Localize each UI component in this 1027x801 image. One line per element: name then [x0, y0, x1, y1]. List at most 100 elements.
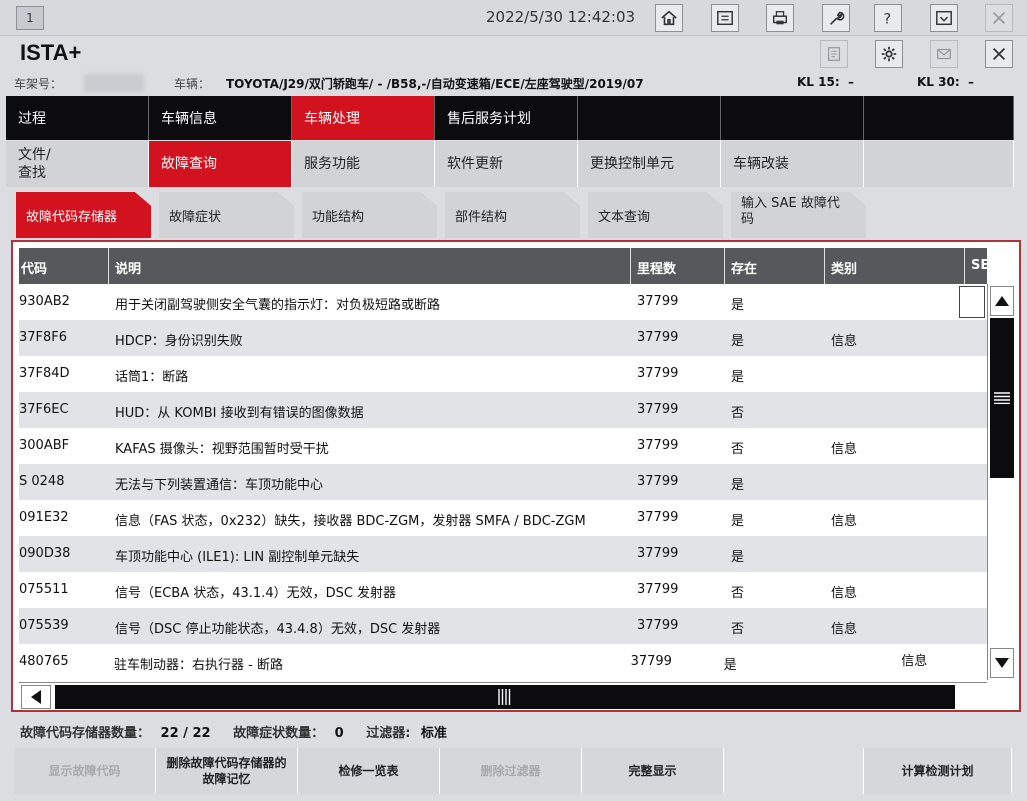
nav-empty-1 [578, 96, 721, 140]
table-row[interactable]: 930AB2 用于关闭副驾驶侧安全气囊的指示灯：对负极短路或断路 37799 是 [19, 284, 987, 320]
kl15-label: KL 15: [797, 75, 840, 89]
col-se[interactable]: SE [965, 248, 987, 284]
table-row[interactable]: 37F6EC HUD：从 KOMBI 接收到有错误的图像数据 37799 否 [19, 392, 987, 428]
nav-vehicle-processing[interactable]: 车辆处理 [292, 96, 435, 140]
tab-fault-memory[interactable]: 故障代码存储器 [16, 192, 151, 238]
delete-filter-button[interactable]: 删除过滤器 [440, 748, 582, 794]
vertical-scroll-thumb[interactable] [990, 318, 1014, 478]
settings-button[interactable] [875, 40, 903, 68]
cell-description: 话筒1：断路 [115, 370, 189, 385]
col-mileage[interactable]: 里程数 [631, 248, 725, 284]
vehicle-label: 车辆： [174, 77, 211, 91]
cell-code: 37F8F6 [19, 330, 68, 345]
subnav-empty [864, 141, 1014, 187]
cell-code: 480765 [19, 654, 69, 669]
cell-category [817, 644, 956, 680]
tab-enter-sae-code[interactable]: 输入 SAE 故障代码 [731, 192, 866, 238]
gear-icon [881, 46, 897, 62]
cell-present: 是 [731, 370, 745, 385]
nav-process[interactable]: 过程 [6, 96, 149, 140]
triangle-down-icon [995, 658, 1009, 668]
cell-description: 车顶功能中心 (ILE1): LIN 副控制单元缺失 [115, 550, 360, 565]
kl15-value: – [848, 75, 854, 89]
cell-code: 37F84D [19, 366, 70, 381]
cell-code: 075511 [19, 582, 69, 597]
printer-icon [772, 11, 788, 25]
tab-function-structure[interactable]: 功能结构 [302, 192, 437, 238]
col-description[interactable]: 说明 [109, 248, 631, 284]
wrench-icon [830, 11, 845, 25]
sub-nav: 文件/ 查找 故障查询 服务功能 软件更新 更换控制单元 车辆改装 [6, 141, 1014, 187]
table-row[interactable]: 37F84D 话筒1：断路 37799 是 [19, 356, 987, 392]
minimize-window-button[interactable] [930, 4, 958, 32]
tools-button[interactable] [822, 4, 850, 32]
table-row[interactable]: 090D38 车顶功能中心 (ILE1): LIN 副控制单元缺失 37799 … [19, 536, 987, 572]
subnav-software-update[interactable]: 软件更新 [435, 141, 578, 187]
fault-count-label: 故障代码存储器数量： [20, 726, 151, 741]
vin-label: 车架号： [14, 77, 63, 91]
show-fault-code-button[interactable]: 显示故障代码 [14, 748, 156, 794]
scroll-down-button[interactable] [990, 648, 1014, 678]
calculate-test-plan-button[interactable]: 计算检测计划 [864, 748, 1012, 794]
nav-empty-3 [864, 96, 1014, 140]
cell-description: KAFAS 摄像头：视野范围暂时受干扰 [115, 442, 329, 457]
home-button[interactable] [655, 4, 683, 32]
close-app-button[interactable] [985, 4, 1013, 32]
cell-category [825, 284, 965, 320]
col-category[interactable]: 类别 [825, 248, 965, 284]
subnav-vehicle-modification[interactable]: 车辆改装 [721, 141, 864, 187]
cell-code: 090D38 [19, 546, 71, 561]
notes-button[interactable] [820, 40, 848, 68]
table-body: 930AB2 用于关闭副驾驶侧安全气囊的指示灯：对负极短路或断路 37799 是… [19, 284, 987, 680]
col-present[interactable]: 存在 [725, 248, 825, 284]
subnav-fault-query[interactable]: 故障查询 [149, 141, 292, 187]
home-icon [661, 10, 677, 26]
horizontal-scrollbar[interactable] [19, 682, 987, 710]
cell-mileage: 37799 [637, 546, 679, 561]
cell-description: HDCP：身份识别失败 [115, 334, 243, 349]
delete-fault-memory-button[interactable]: 删除故障代码存储器的故障记忆 [156, 748, 298, 794]
table-row[interactable]: S 0248 无法与下列装置通信：车顶功能中心 37799 是 [19, 464, 987, 500]
table-row[interactable]: 300ABF KAFAS 摄像头：视野范围暂时受干扰 37799 否 信息 [19, 428, 987, 464]
help-button[interactable]: ? [874, 4, 902, 32]
cell-present: 否 [731, 442, 745, 457]
mail-button[interactable] [930, 40, 958, 68]
table-row[interactable]: 480765 驻车制动器：右执行器 - 断路 37799 是 信息 [19, 644, 987, 680]
repair-overview-button[interactable]: 检修一览表 [298, 748, 440, 794]
col-code[interactable]: 代码 [19, 248, 109, 284]
cell-description: 信号（ECBA 状态，43.1.4）无效，DSC 发射器 [115, 586, 397, 601]
scroll-left-button[interactable] [21, 685, 51, 709]
nav-vehicle-info[interactable]: 车辆信息 [149, 96, 292, 140]
help-icon: ? [884, 11, 892, 27]
grip-lines-icon [498, 689, 511, 705]
nav-service-plan[interactable]: 售后服务计划 [435, 96, 578, 140]
svg-text:?: ? [884, 11, 892, 27]
tab-text-search[interactable]: 文本查询 [588, 192, 723, 238]
subnav-replace-control-unit[interactable]: 更换控制单元 [578, 141, 721, 187]
screen-switch-button[interactable] [711, 4, 739, 32]
subnav-file-search[interactable]: 文件/ 查找 [6, 141, 149, 187]
table-row[interactable]: 075539 信号（DSC 停止功能状态，43.4.8）无效，DSC 发射器 3… [19, 608, 987, 644]
close-session-button[interactable] [985, 40, 1013, 68]
cell-description: 用于关闭副驾驶侧安全气囊的指示灯：对负极短路或断路 [115, 298, 441, 313]
table-row[interactable]: 075511 信号（ECBA 状态，43.1.4）无效，DSC 发射器 3779… [19, 572, 987, 608]
subnav-service-functions[interactable]: 服务功能 [292, 141, 435, 187]
datetime: 2022/5/30 12:42:03 [486, 8, 636, 26]
table-row[interactable]: 37F8F6 HDCP：身份识别失败 37799 是 信息 [19, 320, 987, 356]
scroll-up-button[interactable] [990, 286, 1014, 316]
window-number[interactable]: 1 [16, 6, 44, 30]
filter-label: 过滤器: [366, 726, 411, 741]
system-bar: 1 2022/5/30 12:42:03 ? [0, 0, 1027, 36]
cell-mileage: 37799 [637, 402, 679, 417]
full-display-button[interactable]: 完整显示 [582, 748, 724, 794]
print-button[interactable] [766, 4, 794, 32]
kl30-label: KL 30: [917, 75, 960, 89]
row-selection-box[interactable] [959, 286, 985, 318]
close-icon [992, 11, 1006, 25]
tab-component-structure[interactable]: 部件结构 [445, 192, 580, 238]
horizontal-scroll-thumb[interactable] [55, 685, 955, 709]
tab-fault-symptoms[interactable]: 故障症状 [159, 192, 294, 238]
table-row[interactable]: 091E32 信息（FAS 状态，0x232）缺失，接收器 BDC-ZGM，发射… [19, 500, 987, 536]
vertical-scrollbar[interactable] [987, 284, 1015, 680]
cell-present: 是 [731, 550, 745, 565]
